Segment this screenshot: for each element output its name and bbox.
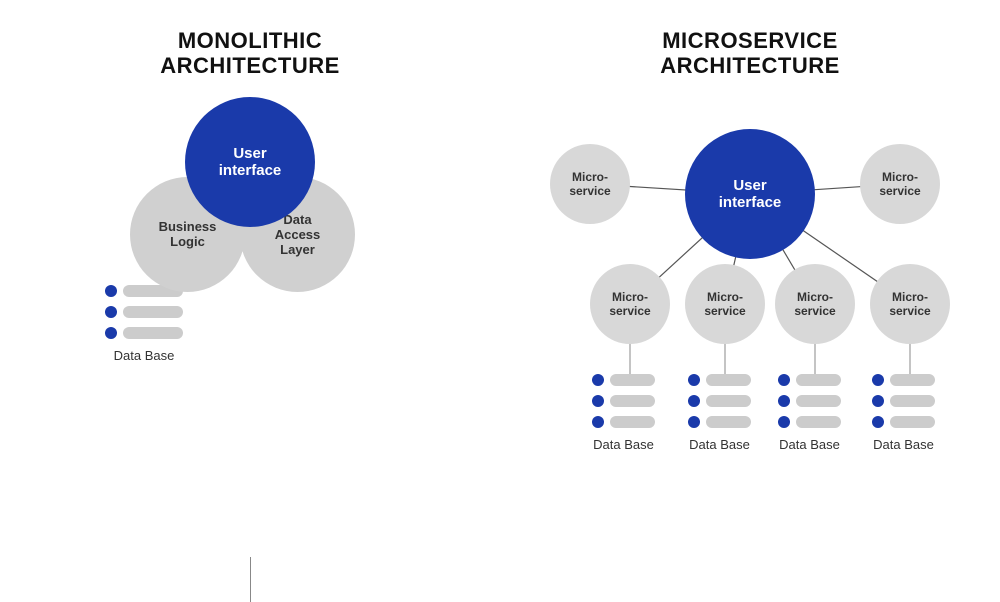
mono-db-label: Data Base bbox=[114, 348, 175, 363]
db-dot bbox=[105, 285, 117, 297]
db-dot bbox=[105, 327, 117, 339]
micro-node-bl1: Micro-service bbox=[590, 264, 670, 344]
db-row bbox=[105, 327, 183, 339]
db-bar bbox=[123, 306, 183, 318]
db-row bbox=[105, 306, 183, 318]
mono-database: Data Base bbox=[105, 285, 183, 363]
micro-node-br2: Micro-service bbox=[870, 264, 950, 344]
micro-ui-circle: Userinterface bbox=[685, 129, 815, 259]
db-bar bbox=[123, 327, 183, 339]
microservice-panel: MICROSERVICEARCHITECTURE Userinterface bbox=[500, 0, 1000, 500]
mono-db-bars bbox=[105, 285, 183, 344]
micro-diagram: Userinterface Micro-service Micro-servic… bbox=[530, 89, 970, 429]
monolithic-panel: MONOLITHICARCHITECTURE Userinterface Bus… bbox=[0, 0, 500, 500]
monolithic-title: MONOLITHICARCHITECTURE bbox=[160, 28, 340, 79]
mono-connector-line bbox=[250, 557, 251, 602]
micro-node-tr: Micro-service bbox=[860, 144, 940, 224]
micro-node-bl2: Micro-service bbox=[685, 264, 765, 344]
mono-ui-circle: Userinterface bbox=[185, 97, 315, 227]
microservice-title: MICROSERVICEARCHITECTURE bbox=[660, 28, 840, 79]
db-dot bbox=[105, 306, 117, 318]
micro-node-br1: Micro-service bbox=[775, 264, 855, 344]
micro-node-tl: Micro-service bbox=[550, 144, 630, 224]
